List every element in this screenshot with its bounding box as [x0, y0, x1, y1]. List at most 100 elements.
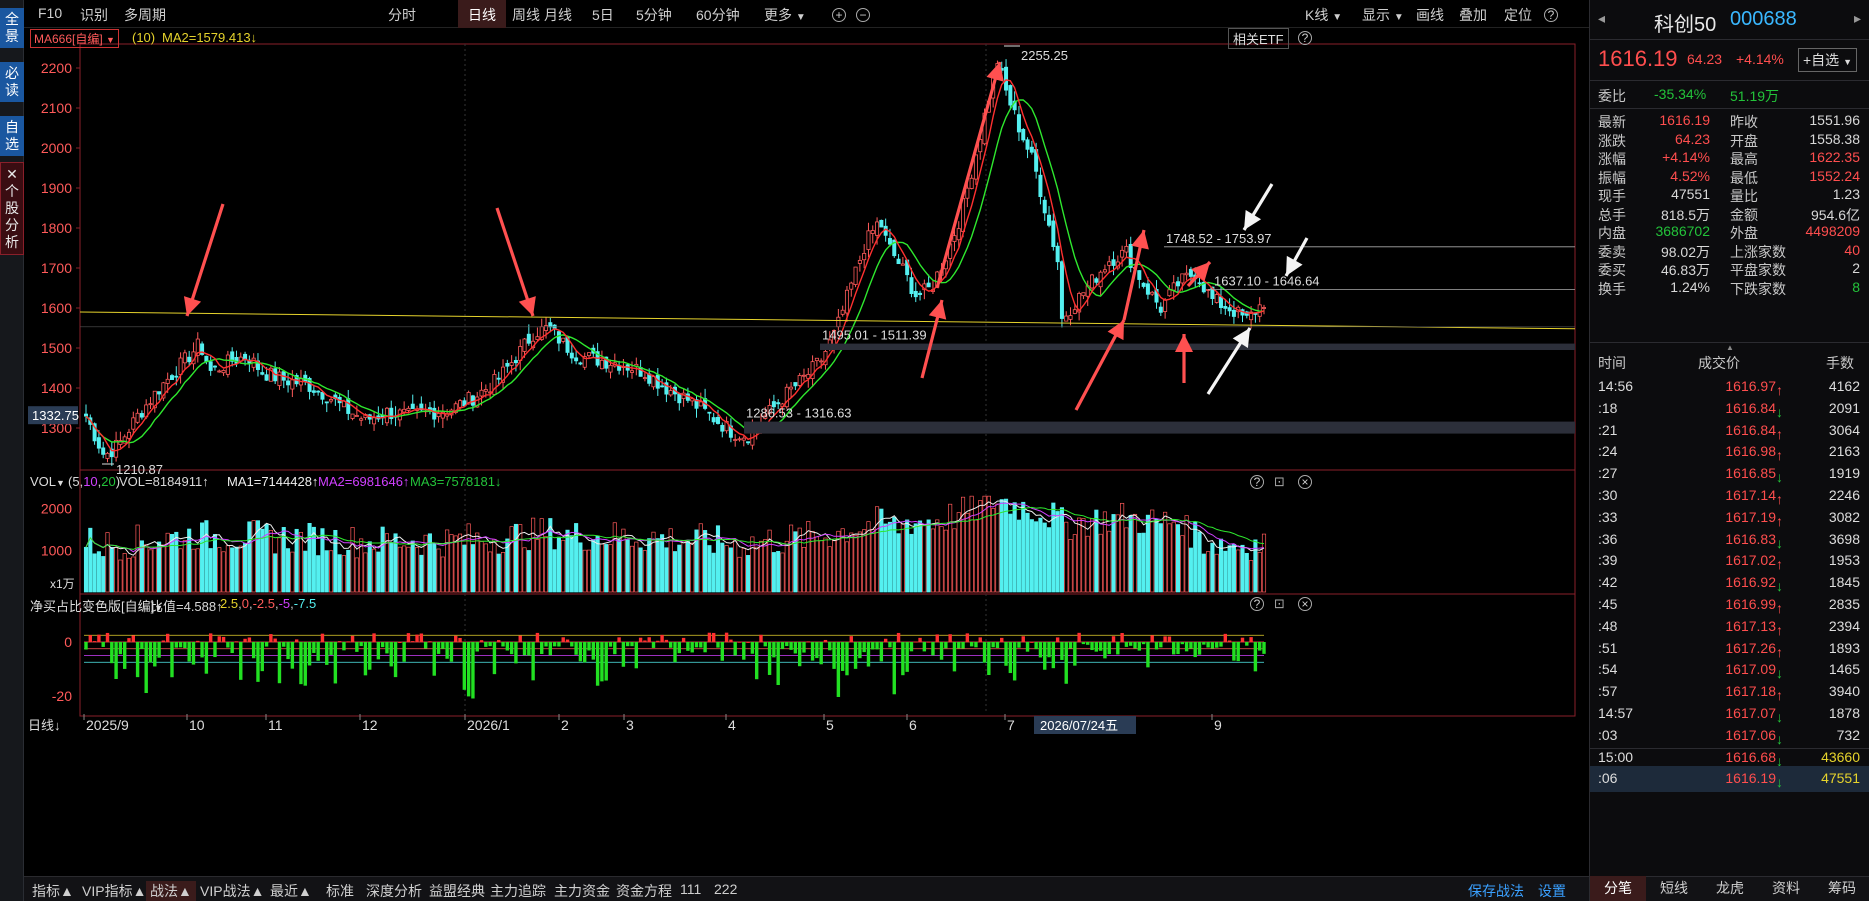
- sidebar-item-watchlist[interactable]: 自选: [0, 116, 24, 156]
- tab-indicators[interactable]: 指标▲: [32, 881, 74, 901]
- volume-bar: [698, 523, 703, 593]
- expand-toggle-icon[interactable]: ▲: [1590, 342, 1869, 352]
- tab-vip-strategy[interactable]: VIP战法▲: [200, 881, 264, 901]
- sidebar-item-overview[interactable]: 全景: [0, 8, 24, 48]
- tab-60min[interactable]: 60分钟: [696, 5, 740, 25]
- locate-button[interactable]: 定位: [1504, 5, 1532, 25]
- zoom-out-icon[interactable]: −: [856, 6, 870, 22]
- tab-daily[interactable]: 日线: [468, 5, 496, 25]
- volume-bar: [174, 531, 179, 593]
- link-classic[interactable]: 益盟经典: [429, 881, 485, 901]
- tab-strategy[interactable]: 战法▲: [146, 881, 196, 901]
- link-standard[interactable]: 标准: [326, 881, 354, 901]
- white-arrow-icon: [1284, 237, 1309, 277]
- right-tab[interactable]: 短线: [1646, 876, 1702, 901]
- volume-bar: [780, 552, 785, 593]
- tab-intraday[interactable]: 分时: [388, 5, 416, 25]
- netbuy-indicator-selector[interactable]: 净买占比变色版[自编]▼: [30, 596, 163, 615]
- related-etf-button[interactable]: 相关ETF: [1228, 28, 1289, 49]
- settings-button[interactable]: 设置: [1538, 881, 1566, 901]
- tab-monthly[interactable]: 月线: [544, 5, 572, 25]
- next-stock-icon[interactable]: ▸: [1854, 10, 1861, 27]
- save-strategy-button[interactable]: 保存战法: [1468, 881, 1524, 901]
- kline-menu[interactable]: K线 ▼: [1305, 5, 1342, 25]
- price-tag: 1332.75: [32, 408, 79, 423]
- net-bar: [909, 642, 914, 652]
- zoom-in-icon[interactable]: +: [832, 6, 846, 22]
- vol-indicator-selector[interactable]: VOL▼: [30, 474, 65, 489]
- net-bar: [677, 642, 681, 654]
- close-panel-icon[interactable]: ×: [1298, 596, 1312, 611]
- net-bar: [905, 642, 909, 672]
- quote-row: 换手 1.24% 下跌家数 8: [1590, 277, 1869, 299]
- sidebar-item-stock-analysis[interactable]: ✕ 个股分析: [0, 162, 24, 255]
- right-tab[interactable]: 分笔: [1590, 876, 1646, 901]
- link-111[interactable]: 111: [680, 881, 701, 897]
- panel-settings-icon[interactable]: ⊡: [1274, 596, 1285, 612]
- draw-line-button[interactable]: 画线: [1416, 5, 1444, 25]
- net-bar: [509, 642, 514, 655]
- volume-bar: [1064, 521, 1069, 593]
- tab-5day[interactable]: 5日: [592, 5, 614, 25]
- quote-value: 8: [1852, 278, 1860, 295]
- candle-body: [789, 386, 794, 390]
- help-icon[interactable]: ?: [1250, 596, 1264, 611]
- net-bar: [1004, 642, 1008, 666]
- zone-label-1: 1748.52 - 1753.97: [1166, 231, 1272, 246]
- right-tab[interactable]: 资料: [1758, 876, 1814, 901]
- volume-bar: [629, 545, 635, 593]
- volume-bar: [1046, 527, 1052, 593]
- net-bar: [969, 642, 974, 647]
- recognize-button[interactable]: 识别: [80, 5, 108, 25]
- volume-bar: [488, 551, 493, 593]
- trade-price: 1617.26 ↑: [1725, 639, 1783, 660]
- indicator-selector[interactable]: MA666[自编] ▼: [30, 29, 119, 48]
- panel-settings-icon[interactable]: ⊡: [1274, 474, 1285, 490]
- link-222[interactable]: 222: [714, 881, 737, 897]
- trade-price: 1617.07 ↓: [1725, 705, 1783, 725]
- help-icon[interactable]: ?: [1544, 6, 1558, 22]
- display-menu[interactable]: 显示 ▼: [1362, 5, 1404, 25]
- sidebar-item-must-read[interactable]: 必读: [0, 62, 24, 102]
- candles-group: [84, 59, 1267, 466]
- trade-volume: 3064: [1828, 421, 1860, 438]
- trade-volume: 1953: [1828, 552, 1860, 569]
- link-main-force-track[interactable]: 主力追踪: [490, 881, 546, 901]
- volume-bar: [548, 518, 553, 593]
- volume-bar: [483, 543, 488, 593]
- more-menu[interactable]: 更多 ▼: [764, 5, 806, 25]
- left-sidebar: 全景 必读 自选 ✕ 个股分析: [0, 0, 24, 901]
- f10-button[interactable]: F10: [38, 5, 62, 21]
- multi-period-button[interactable]: 多周期: [124, 5, 166, 25]
- link-deep-analysis[interactable]: 深度分析: [366, 881, 422, 901]
- net-bar: [570, 642, 574, 647]
- tab-vip-indicators[interactable]: VIP指标▲: [82, 881, 146, 901]
- netbuy-name: 净买占比变色版[自编]: [30, 599, 155, 614]
- link-fund-equation[interactable]: 资金方程: [616, 881, 672, 901]
- close-panel-icon[interactable]: ×: [1298, 474, 1312, 489]
- help-icon[interactable]: ?: [1250, 474, 1264, 489]
- net-bar: [1236, 642, 1240, 662]
- net-bar: [716, 642, 720, 648]
- net-bar: [613, 642, 617, 655]
- add-watchlist-button[interactable]: +自选 ▼: [1798, 48, 1857, 72]
- volume-bar: [879, 508, 884, 593]
- net-bar: [535, 632, 540, 642]
- netbuy-levels: 2.5,0,-2.5,-5,-7.5: [220, 596, 317, 611]
- tab-5min[interactable]: 5分钟: [636, 5, 672, 25]
- help-icon[interactable]: ?: [1298, 30, 1312, 45]
- candle-body: [212, 365, 217, 368]
- prev-stock-icon[interactable]: ◂: [1598, 10, 1605, 27]
- overlay-button[interactable]: 叠加: [1459, 5, 1487, 25]
- kline-chart[interactable]: 2200 2100 2000 1900 1800 1700 1600 1500 1400 1300…: [24, 28, 1589, 856]
- net-bar: [759, 634, 763, 642]
- tab-recent[interactable]: 最近▲: [270, 881, 312, 901]
- link-main-funds[interactable]: 主力资金: [554, 881, 610, 901]
- chart-canvas[interactable]: 2200210020001900180017001600150014001300…: [24, 28, 1589, 856]
- candle-body: [1025, 139, 1030, 150]
- right-tab[interactable]: 筹码: [1814, 876, 1869, 901]
- right-tab[interactable]: 龙虎: [1702, 876, 1758, 901]
- candle-body: [793, 382, 798, 387]
- tab-weekly[interactable]: 周线: [512, 5, 540, 25]
- trade-price: 1616.97 ↑: [1725, 378, 1783, 398]
